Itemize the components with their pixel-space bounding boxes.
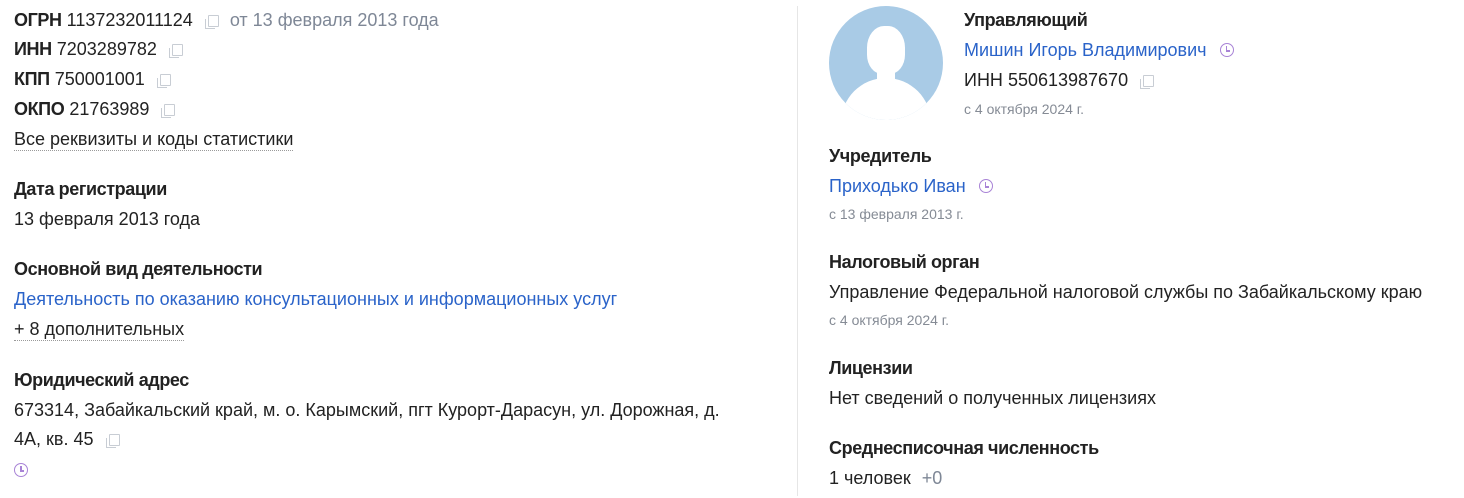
headcount-delta: +0 bbox=[921, 468, 943, 488]
inn-row: ИНН 7203289782 bbox=[14, 35, 183, 64]
founder-heading: Учредитель bbox=[829, 146, 932, 166]
avatar bbox=[829, 6, 943, 120]
registration-date: 13 февраля 2013 года bbox=[14, 209, 201, 229]
additional-activities-link[interactable]: + 8 дополнительных bbox=[14, 319, 185, 341]
manager-inn-value: 550613987670 bbox=[1007, 70, 1129, 90]
copy-icon[interactable] bbox=[156, 74, 171, 88]
copy-icon[interactable] bbox=[105, 434, 120, 448]
manager-inn-label: ИНН bbox=[964, 70, 1003, 90]
manager-heading: Управляющий bbox=[964, 10, 1088, 30]
history-clock-icon[interactable] bbox=[978, 179, 993, 193]
history-clock-icon[interactable] bbox=[14, 463, 28, 477]
manager-name-link[interactable]: Мишин Игорь Владимирович bbox=[964, 40, 1207, 60]
address-heading: Юридический адрес bbox=[14, 370, 189, 390]
registration-heading: Дата регистрации bbox=[14, 179, 167, 199]
copy-icon[interactable] bbox=[1140, 75, 1155, 89]
inn-value: 7203289782 bbox=[56, 39, 157, 59]
tax-authority: Управление Федеральной налоговой службы … bbox=[829, 282, 1423, 302]
manager-inn-row: ИНН 550613987670 bbox=[964, 66, 1234, 95]
manager-since: с 4 октября 2024 г. bbox=[964, 101, 1085, 117]
address-line-2: 4А, кв. 45 bbox=[14, 429, 94, 449]
copy-icon[interactable] bbox=[204, 15, 219, 29]
kpp-row: КПП 750001001 bbox=[14, 65, 171, 94]
headcount-row: 1 человек +0 bbox=[829, 464, 942, 493]
licenses-heading: Лицензии bbox=[829, 358, 913, 378]
licenses-value: Нет сведений о полученных лицензиях bbox=[829, 388, 1156, 408]
headcount-heading: Среднесписочная численность bbox=[829, 438, 1099, 458]
tax-since: с 4 октября 2024 г. bbox=[829, 312, 950, 328]
kpp-label: КПП bbox=[14, 69, 50, 89]
kpp-value: 750001001 bbox=[54, 69, 145, 89]
copy-icon[interactable] bbox=[161, 104, 176, 118]
okpo-value: 21763989 bbox=[69, 99, 150, 119]
main-activity-link[interactable]: Деятельность по оказанию консультационны… bbox=[14, 285, 617, 314]
okpo-row: ОКПО 21763989 bbox=[14, 95, 176, 124]
tax-heading: Налоговый орган bbox=[829, 252, 980, 272]
headcount-value: 1 человек bbox=[829, 468, 911, 488]
ogrn-value: 1137232011124 bbox=[66, 10, 193, 30]
column-divider bbox=[797, 6, 798, 496]
manager-block: Управляющий Мишин Игорь Владимирович ИНН… bbox=[964, 6, 1234, 124]
history-clock-icon[interactable] bbox=[1219, 43, 1234, 57]
address-line-1: 673314, Забайкальский край, м. о. Карымс… bbox=[14, 400, 720, 420]
activity-heading: Основной вид деятельности bbox=[14, 259, 263, 279]
copy-icon[interactable] bbox=[168, 44, 183, 58]
ogrn-date: от 13 февраля 2013 года bbox=[229, 10, 439, 30]
all-requisites-link[interactable]: Все реквизиты и коды статистики bbox=[14, 129, 294, 151]
ogrn-row: ОГРН 1137232011124 от 13 февраля 2013 го… bbox=[14, 6, 439, 35]
ogrn-label: ОГРН bbox=[14, 10, 62, 30]
founder-name-link[interactable]: Приходько Иван bbox=[829, 176, 966, 196]
okpo-label: ОКПО bbox=[14, 99, 65, 119]
founder-since: с 13 февраля 2013 г. bbox=[829, 206, 964, 222]
inn-label: ИНН bbox=[14, 39, 52, 59]
address-line-2-row: 4А, кв. 45 bbox=[14, 425, 120, 454]
